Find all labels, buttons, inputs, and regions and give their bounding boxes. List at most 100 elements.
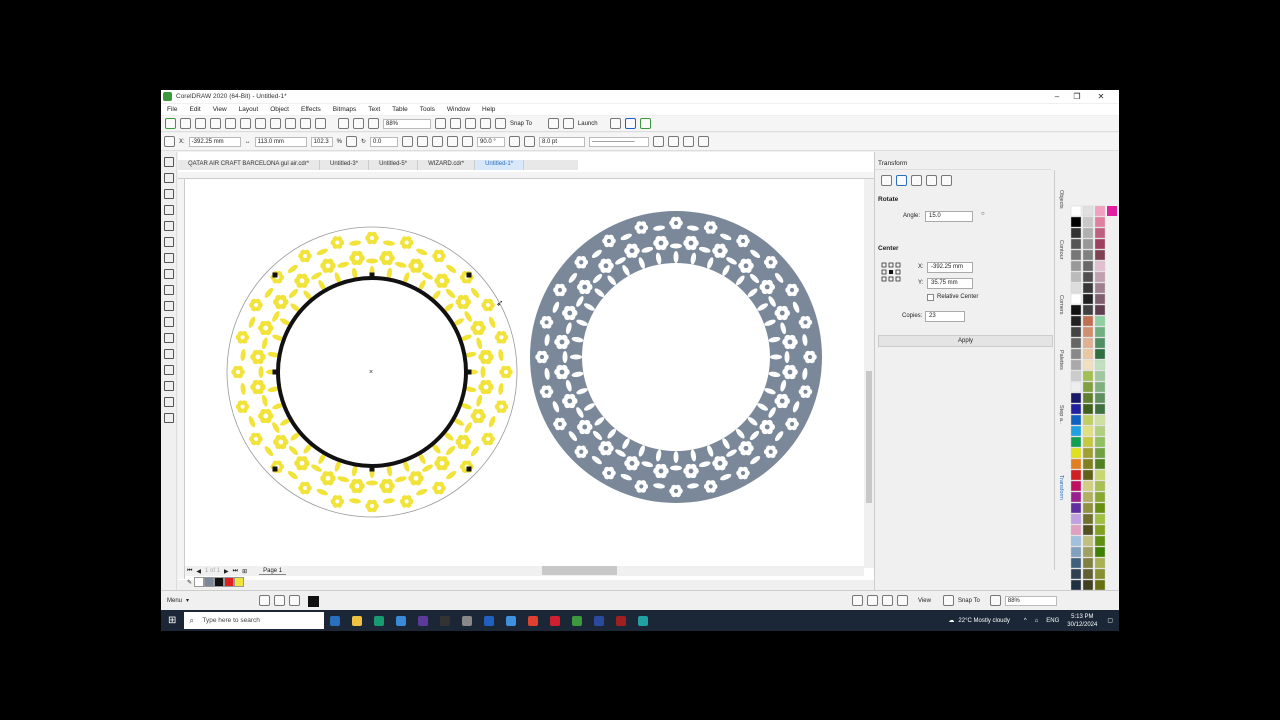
add-page-icon[interactable]: ⊞	[242, 568, 247, 575]
save-icon[interactable]	[195, 118, 206, 129]
menu-bitmaps[interactable]: Bitmaps	[333, 106, 356, 113]
rulers-icon[interactable]	[450, 118, 461, 129]
export-icon[interactable]	[353, 118, 364, 129]
copy-icon[interactable]	[270, 118, 281, 129]
pdf-icon[interactable]	[368, 118, 379, 129]
transparency-tool-icon[interactable]	[164, 349, 174, 359]
horizontal-scroll-thumb[interactable]	[542, 566, 617, 575]
tab-transform[interactable]: Transform	[1058, 475, 1064, 500]
cloud-download-icon[interactable]	[225, 118, 236, 129]
crop-tool-icon[interactable]	[164, 189, 174, 199]
snap-status-dropdown[interactable]: Snap To	[958, 598, 980, 604]
vertical-scrollbar[interactable]	[864, 179, 874, 568]
comment-icon[interactable]	[882, 595, 894, 606]
direction-icon[interactable]	[509, 136, 521, 147]
swatch-gray[interactable]	[204, 577, 215, 587]
app-icon-c[interactable]	[462, 615, 473, 626]
launch-dropdown[interactable]: Launch	[578, 121, 598, 127]
page-1-tab[interactable]: Page 1	[259, 568, 287, 575]
next-page-icon[interactable]: ▶	[224, 568, 229, 575]
zoom-level-field[interactable]: 88%	[383, 118, 431, 129]
object-origin-icon[interactable]	[164, 136, 175, 147]
tab-wizard[interactable]: WIZARD.cdr*	[418, 160, 476, 170]
mirror-v-icon[interactable]	[417, 136, 429, 147]
taskbar-search-box[interactable]: ⌕ Type here to search	[184, 612, 325, 629]
menu-button[interactable]: Menu	[167, 598, 182, 604]
tab-step[interactable]: Step a..	[1058, 405, 1064, 424]
fill-tool-icon[interactable]	[164, 397, 174, 407]
convert-curves-icon[interactable]	[698, 136, 710, 147]
pie-icon[interactable]	[447, 136, 459, 147]
tab-objects[interactable]: Objects	[1058, 190, 1064, 209]
app-icon-b[interactable]	[440, 615, 451, 626]
notifications-icon[interactable]: ▢	[1107, 617, 1113, 624]
app-icon-h[interactable]	[638, 615, 649, 626]
cut-icon[interactable]	[255, 118, 266, 129]
line-style-dropdown[interactable]: ──────────	[589, 136, 650, 147]
app-icon-f[interactable]	[550, 615, 561, 626]
polygon-tool-icon[interactable]	[164, 285, 174, 295]
scale-mirror-icon[interactable]	[911, 175, 922, 186]
rotation-field[interactable]: 0.0	[370, 136, 399, 147]
mirror-h-icon[interactable]	[402, 136, 414, 147]
ellipse-tool-icon[interactable]	[164, 269, 174, 279]
position-icon[interactable]	[881, 175, 892, 186]
edge-icon[interactable]	[330, 615, 341, 626]
tab-palettes[interactable]: Palettes	[1058, 350, 1064, 370]
swatch-none[interactable]	[194, 577, 205, 587]
paste-icon[interactable]	[285, 118, 296, 129]
width-field[interactable]: 113.0 mm	[254, 136, 307, 147]
new-document-icon[interactable]	[165, 118, 176, 129]
center-y-input[interactable]: 35.75 mm	[927, 278, 973, 289]
angle-input[interactable]: 15.0	[925, 211, 973, 222]
tab-untitled-1[interactable]: Untitled-1*	[475, 160, 525, 170]
align-icon[interactable]	[852, 595, 864, 606]
connector-tool-icon[interactable]	[164, 317, 174, 327]
rectangle-tool-icon[interactable]	[164, 253, 174, 263]
menu-file[interactable]: File	[167, 106, 177, 113]
app-icon-3[interactable]	[639, 118, 651, 129]
app-icon-d[interactable]	[484, 615, 495, 626]
photopaint-icon[interactable]	[624, 118, 636, 129]
outline-pen-icon[interactable]	[524, 136, 536, 147]
app-icon-g[interactable]	[594, 615, 605, 626]
tab-untitled-3[interactable]: Untitled-3*	[320, 160, 370, 170]
start-angle-field[interactable]: 90.0 °	[477, 136, 506, 147]
blend-tool-icon[interactable]	[164, 333, 174, 343]
menu-tools[interactable]: Tools	[420, 106, 435, 113]
circle-icon[interactable]	[432, 136, 444, 147]
launch-icon[interactable]	[562, 118, 574, 129]
snap-to-dropdown[interactable]: Snap To	[510, 121, 532, 127]
artistic-media-icon[interactable]	[164, 237, 174, 247]
grid-icon[interactable]	[465, 118, 476, 129]
swatch-yellow[interactable]	[234, 577, 245, 587]
back-icon[interactable]	[683, 136, 695, 147]
outline-width-field[interactable]: 8.0 pt	[539, 136, 586, 147]
undo-icon[interactable]	[300, 118, 311, 129]
fill-color-swatch[interactable]	[308, 596, 319, 607]
close-button[interactable]: ✕	[1091, 90, 1111, 103]
snap-status-icon[interactable]	[942, 595, 954, 606]
view-dropdown[interactable]: View	[918, 598, 931, 604]
print-icon[interactable]	[240, 118, 251, 129]
menu-effects[interactable]: Effects	[301, 106, 321, 113]
last-page-icon[interactable]: ⏭	[233, 568, 238, 575]
scale-x-field[interactable]: 102.3	[310, 136, 333, 147]
open-icon[interactable]	[180, 118, 191, 129]
color-palette[interactable]	[1069, 166, 1119, 591]
hints-icon[interactable]	[897, 595, 909, 606]
store-icon[interactable]	[374, 615, 385, 626]
menu-layout[interactable]: Layout	[239, 106, 259, 113]
import-icon[interactable]	[338, 118, 349, 129]
x-position-field[interactable]: -392.25 mm	[188, 136, 241, 147]
freehand-tool-icon[interactable]	[164, 221, 174, 231]
swatch-black[interactable]	[214, 577, 225, 587]
tab-contour[interactable]: Contour	[1058, 240, 1064, 260]
menu-window[interactable]: Window	[447, 106, 470, 113]
start-windows-icon[interactable]: ⊞	[168, 615, 176, 626]
arc-icon[interactable]	[462, 136, 474, 147]
prev-page-icon[interactable]: ◀	[196, 568, 201, 575]
snap-icon[interactable]	[495, 118, 506, 129]
lock-ratio-icon[interactable]	[346, 136, 358, 147]
file-explorer-icon[interactable]	[352, 615, 363, 626]
